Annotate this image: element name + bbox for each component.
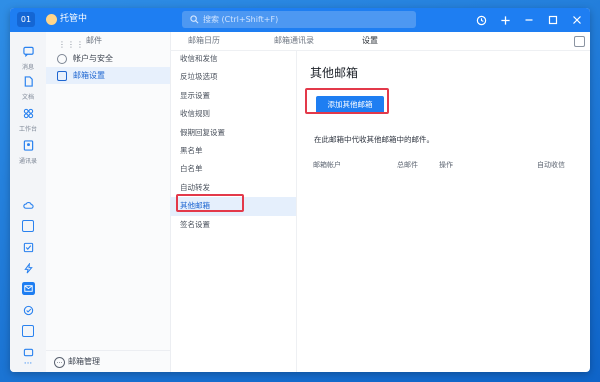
contacts-icon: [23, 140, 33, 151]
rail-item-messages[interactable]: 消息: [10, 42, 46, 71]
apps-icon: [23, 108, 33, 119]
nav-header: ⋮⋮⋮ 邮件: [46, 32, 170, 50]
calendar-icon[interactable]: [10, 322, 46, 341]
search-placeholder: 搜索 (Ctrl+Shift+F): [203, 15, 279, 24]
chat-icon: [22, 46, 34, 58]
tab-calendar[interactable]: 邮箱日历: [188, 32, 220, 50]
mailbox-management[interactable]: … 邮箱管理: [46, 350, 170, 372]
document-icon: [24, 76, 33, 87]
nav-item-account-security[interactable]: 帐户与安全: [46, 50, 170, 67]
avatar: [46, 14, 57, 25]
left-rail: 消息 文档 工作台 通讯录 ···: [10, 32, 47, 372]
rail-label: 通讯录: [18, 158, 37, 165]
footer-label: 邮箱管理: [68, 357, 100, 366]
maximize-icon[interactable]: [546, 13, 560, 27]
title-bar: 01 托管中 搜索 (Ctrl+Shift+F): [10, 8, 590, 32]
more-icon[interactable]: ···: [10, 359, 46, 369]
user-status-label: 托管中: [60, 14, 88, 24]
lightning-icon[interactable]: [10, 259, 46, 278]
mail-icon[interactable]: [10, 280, 46, 299]
description-text: 在此邮箱中代收其他邮箱中的邮件。: [314, 135, 434, 144]
settings-item-blacklist[interactable]: 黑名单: [170, 142, 296, 160]
close-icon[interactable]: [570, 13, 584, 27]
nav-item-mailbox-settings[interactable]: 邮箱设置: [46, 67, 170, 84]
mail-nav: ⋮⋮⋮ 邮件 帐户与安全 邮箱设置 … 邮箱管理: [46, 32, 171, 372]
cloud-icon[interactable]: [10, 196, 46, 215]
settings-item-rules[interactable]: 收信规则: [170, 105, 296, 123]
notes-icon[interactable]: [10, 217, 46, 236]
more-circle-icon: …: [54, 357, 65, 368]
column-header-account: 邮箱帐户: [313, 161, 341, 169]
meeting-icon[interactable]: [10, 301, 46, 320]
settings-item-whitelist[interactable]: 白名单: [170, 160, 296, 178]
account-badge[interactable]: 01: [17, 12, 35, 27]
nav-item-label: 帐户与安全: [73, 54, 113, 63]
rail-item-docs[interactable]: 文档: [10, 72, 46, 101]
search-input[interactable]: 搜索 (Ctrl+Shift+F): [182, 11, 416, 28]
rail-label: 消息: [21, 64, 34, 71]
add-icon[interactable]: [498, 13, 512, 27]
tab-settings[interactable]: 设置: [348, 32, 444, 50]
user-status[interactable]: 托管中: [46, 12, 87, 27]
highlight-frame-button: [305, 88, 389, 114]
user-icon: [57, 54, 67, 64]
settings-item-antispam[interactable]: 反垃圾选项: [170, 68, 296, 86]
tab-contacts[interactable]: 邮箱通讯录: [274, 32, 314, 50]
settings-icon: [57, 71, 67, 81]
tasks-icon[interactable]: [10, 238, 46, 257]
rail-item-workbench[interactable]: 工作台: [10, 104, 46, 133]
settings-item-signature[interactable]: 签名设置: [170, 216, 296, 234]
page-title: 其他邮箱: [310, 66, 359, 80]
nav-item-label: 邮箱设置: [73, 71, 105, 80]
rail-label: 工作台: [18, 126, 37, 133]
settings-item-vacation-reply[interactable]: 假期回复设置: [170, 124, 296, 142]
column-header-actions: 操作: [439, 161, 453, 169]
minimize-icon[interactable]: [522, 13, 536, 27]
rail-item-contacts[interactable]: 通讯录: [10, 136, 46, 165]
search-icon: [190, 15, 199, 24]
settings-item-display[interactable]: 显示设置: [170, 87, 296, 105]
rail-label: 文档: [21, 94, 34, 101]
highlight-frame-menu: [176, 194, 244, 212]
tab-bar: 邮箱日历 邮箱通讯录 设置: [170, 32, 590, 51]
app-window: 01 托管中 搜索 (Ctrl+Shift+F) 消息 文档 工作台 通讯录 ·…: [10, 8, 590, 372]
column-header-total: 总邮件: [397, 161, 418, 169]
settings-item-send-receive[interactable]: 收信和发信: [170, 50, 296, 68]
column-header-auto-receive: 自动收信: [537, 161, 565, 169]
history-icon[interactable]: [474, 13, 488, 27]
popout-icon[interactable]: [574, 36, 585, 47]
nav-header-label: 邮件: [86, 36, 102, 45]
